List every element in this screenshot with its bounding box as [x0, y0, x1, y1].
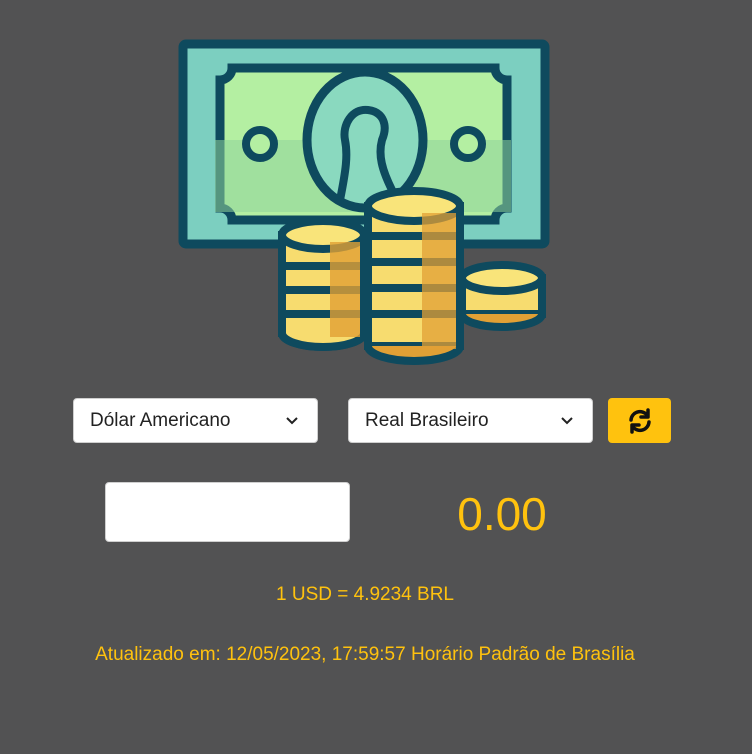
refresh-icon	[628, 407, 651, 434]
money-coins-icon	[178, 39, 550, 365]
converted-result: 0.00	[457, 488, 547, 540]
exchange-rate-text: 1 USD = 4.9234 BRL	[276, 584, 454, 605]
from-currency-select[interactable]: Dólar Americano	[73, 398, 318, 443]
chevron-down-icon	[283, 412, 301, 430]
last-updated-text: Atualizado em: 12/05/2023, 17:59:57 Horá…	[95, 644, 635, 665]
to-currency-select[interactable]: Real Brasileiro	[348, 398, 593, 443]
swap-currencies-button[interactable]	[608, 398, 671, 443]
amount-input[interactable]	[105, 482, 350, 542]
from-currency-label: Dólar Americano	[90, 409, 231, 431]
to-currency-label: Real Brasileiro	[365, 409, 489, 431]
chevron-down-icon	[558, 412, 576, 430]
